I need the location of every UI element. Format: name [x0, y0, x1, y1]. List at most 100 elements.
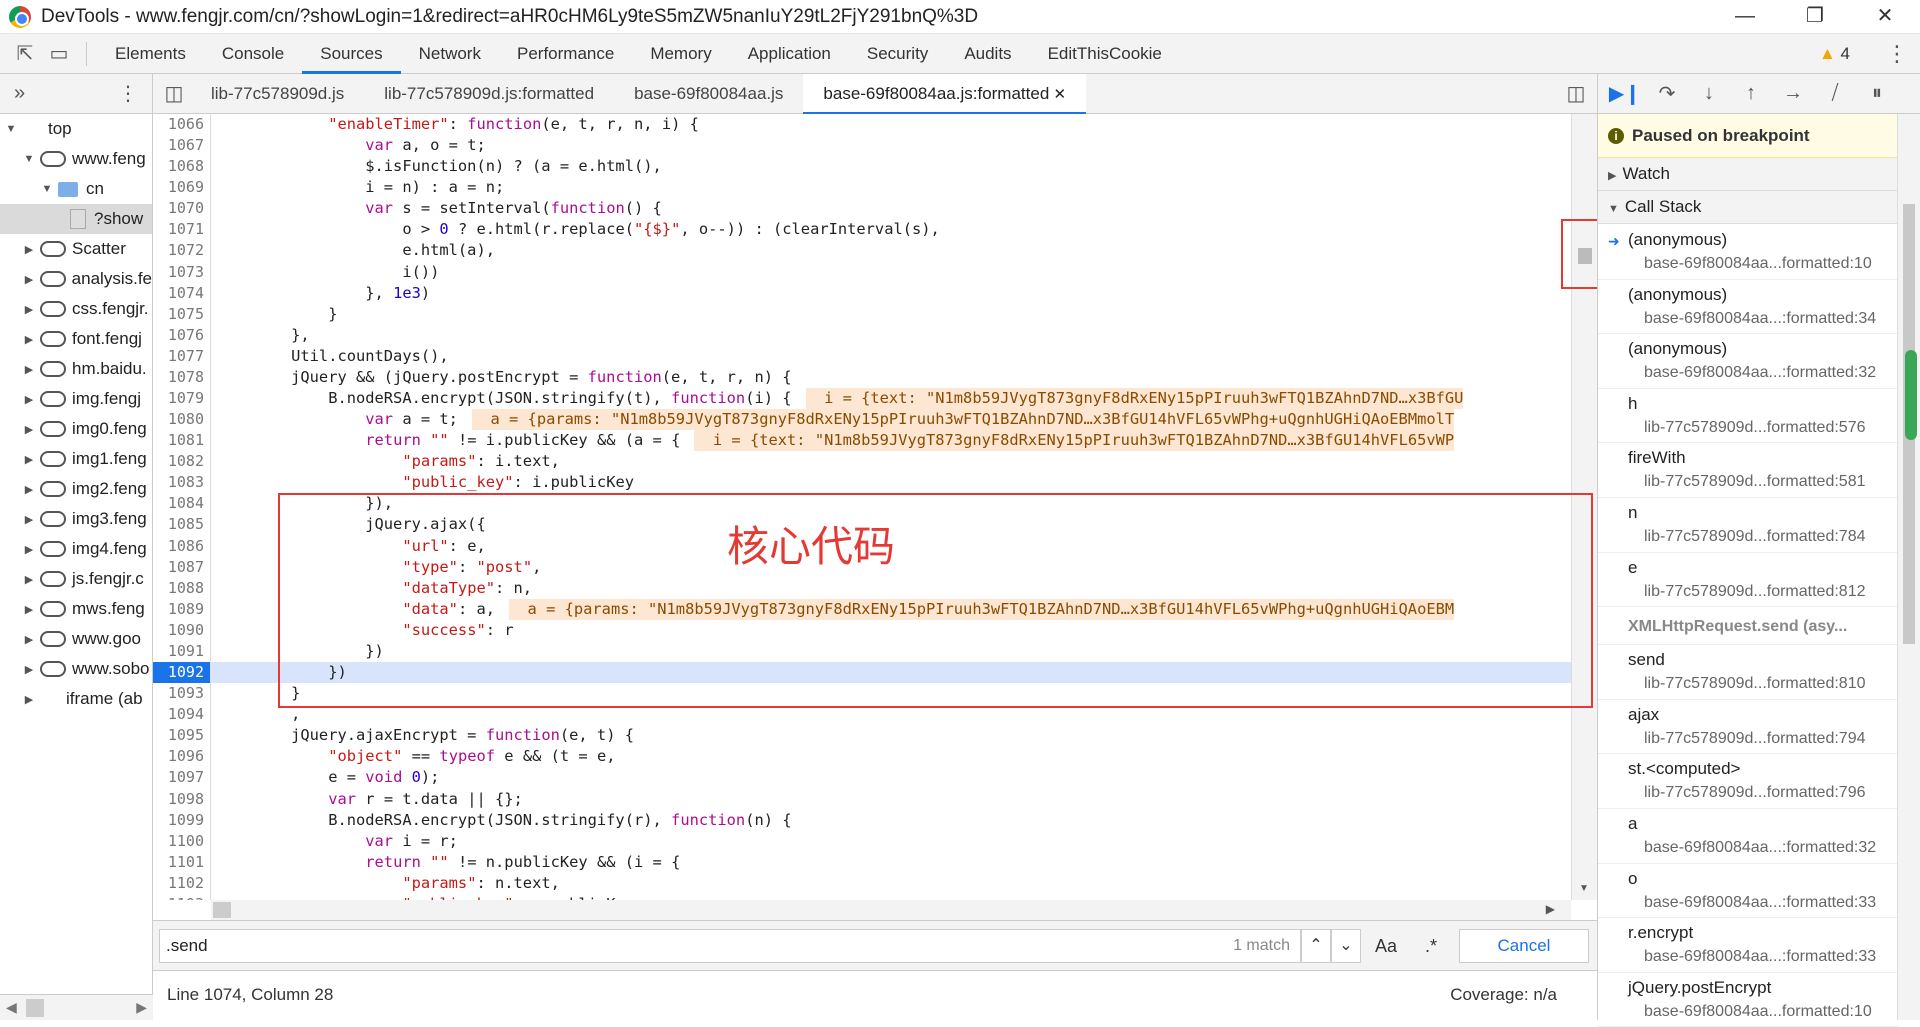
expand-icon[interactable]: ▶: [22, 693, 36, 706]
file-tab[interactable]: base-69f80084aa.js: [614, 74, 803, 114]
code-horizontal-scrollbar[interactable]: ▶: [211, 900, 1571, 920]
next-match-button[interactable]: ⌄: [1331, 929, 1361, 963]
line-number[interactable]: 1101: [153, 851, 211, 873]
call-frame[interactable]: (anonymous) base-69f80084aa...:formatted:…: [1598, 334, 1898, 389]
expand-icon[interactable]: ▶: [22, 243, 36, 256]
frame-location[interactable]: lib-77c578909d...formatted:576: [1628, 417, 1898, 439]
device-toolbar-icon[interactable]: ▭: [42, 37, 76, 71]
line-number[interactable]: 1091: [153, 640, 211, 663]
tree-item[interactable]: ?show: [0, 204, 152, 234]
tree-item[interactable]: ▼ top: [0, 114, 152, 144]
line-number[interactable]: 1092: [153, 662, 211, 684]
inspect-element-icon[interactable]: ⇱: [8, 37, 42, 71]
tab-application[interactable]: Application: [730, 34, 849, 74]
line-number[interactable]: 1090: [153, 619, 211, 641]
frame-location[interactable]: lib-77c578909d...formatted:796: [1628, 782, 1898, 804]
frame-location[interactable]: lib-77c578909d...formatted:810: [1628, 673, 1898, 695]
scroll-right-icon[interactable]: ▶: [136, 999, 147, 1016]
tree-item[interactable]: ▶ img.fengj: [0, 384, 152, 414]
line-number[interactable]: 1100: [153, 830, 211, 852]
frame-location[interactable]: lib-77c578909d...formatted:784: [1628, 526, 1898, 548]
more-options-icon[interactable]: ⋮: [1886, 34, 1908, 74]
more-tabs-icon[interactable]: »: [14, 82, 25, 105]
file-tab[interactable]: base-69f80084aa.js:formatted ✕: [803, 73, 1087, 114]
call-frame[interactable]: o base-69f80084aa...:formatted:33: [1598, 864, 1898, 919]
match-case-button[interactable]: Aa: [1375, 929, 1397, 963]
line-number[interactable]: 1084: [153, 493, 211, 515]
line-number[interactable]: 1067: [153, 135, 211, 157]
line-number[interactable]: 1088: [153, 577, 211, 599]
frame-location[interactable]: base-69f80084aa...formatted:10: [1628, 1001, 1898, 1023]
call-frame[interactable]: e lib-77c578909d...formatted:812: [1598, 553, 1898, 608]
line-number[interactable]: 1099: [153, 809, 211, 831]
call-stack-section[interactable]: ▼ Call Stack: [1598, 191, 1920, 224]
tree-item[interactable]: ▶ iframe (ab: [0, 684, 152, 714]
call-frame[interactable]: ajax lib-77c578909d...formatted:794: [1598, 700, 1898, 755]
scroll-left-icon[interactable]: ◀: [6, 999, 17, 1016]
expand-icon[interactable]: ▶: [22, 513, 36, 526]
line-number[interactable]: 1079: [153, 388, 211, 410]
call-frame[interactable]: (anonymous) base-69f80084aa...:formatted:…: [1598, 280, 1898, 335]
expand-icon[interactable]: ▶: [22, 423, 36, 436]
restore-icon[interactable]: ❐: [1780, 0, 1850, 34]
tree-item[interactable]: ▶ img3.feng: [0, 504, 152, 534]
expand-icon[interactable]: ▶: [22, 333, 36, 346]
expand-icon[interactable]: ▶: [22, 303, 36, 316]
search-input[interactable]: .send 1 match: [159, 929, 1301, 963]
tree-item[interactable]: ▶ hm.baidu.: [0, 354, 152, 384]
line-number[interactable]: 1075: [153, 303, 211, 325]
tab-network[interactable]: Network: [401, 34, 499, 74]
call-frame[interactable]: fireWith lib-77c578909d...formatted:581: [1598, 443, 1898, 498]
line-number[interactable]: 1074: [153, 282, 211, 304]
tab-memory[interactable]: Memory: [632, 34, 729, 74]
call-frame[interactable]: a base-69f80084aa...:formatted:32: [1598, 809, 1898, 864]
frame-location[interactable]: base-69f80084aa...:formatted:32: [1628, 837, 1898, 859]
tree-item[interactable]: ▶ font.fengj: [0, 324, 152, 354]
call-frame[interactable]: send lib-77c578909d...formatted:810: [1598, 645, 1898, 700]
line-number[interactable]: 1097: [153, 767, 211, 789]
line-number[interactable]: 1069: [153, 177, 211, 199]
line-number[interactable]: 1070: [153, 198, 211, 220]
coverage-status[interactable]: Coverage: n/a: [1450, 971, 1557, 1019]
line-number[interactable]: 1082: [153, 451, 211, 473]
resume-icon[interactable]: ▶❙: [1604, 81, 1646, 106]
collapse-icon[interactable]: ▼: [40, 183, 54, 195]
navigator-scrollbar[interactable]: ◀ ▶: [0, 994, 153, 1020]
tree-item[interactable]: ▶ js.fengjr.c: [0, 564, 152, 594]
toggle-debugger-icon[interactable]: ◫: [1559, 77, 1593, 111]
line-number[interactable]: 1083: [153, 472, 211, 494]
tree-item[interactable]: ▼ www.feng: [0, 144, 152, 174]
line-number[interactable]: 1089: [153, 598, 211, 620]
line-number[interactable]: 1066: [153, 114, 211, 136]
tab-audits[interactable]: Audits: [946, 34, 1029, 74]
navigator-menu-icon[interactable]: ⋮: [118, 81, 138, 106]
line-number[interactable]: 1081: [153, 430, 211, 452]
collapse-icon[interactable]: ▼: [4, 123, 18, 135]
line-number[interactable]: 1098: [153, 788, 211, 810]
scroll-thumb[interactable]: [26, 999, 44, 1017]
tree-item[interactable]: ▶ www.goo: [0, 624, 152, 654]
frame-location[interactable]: base-69f80084aa...:formatted:33: [1628, 946, 1898, 968]
tree-item[interactable]: ▶ www.sobo: [0, 654, 152, 684]
watch-section[interactable]: ▶ Watch: [1598, 158, 1920, 191]
line-number[interactable]: 1094: [153, 704, 211, 726]
frame-location[interactable]: base-69f80084aa...:formatted:33: [1628, 892, 1898, 914]
expand-icon[interactable]: ▶: [22, 633, 36, 646]
line-number[interactable]: 1071: [153, 219, 211, 241]
tree-item[interactable]: ▼ cn: [0, 174, 152, 204]
expand-icon[interactable]: ▶: [22, 573, 36, 586]
cancel-search-button[interactable]: Cancel: [1459, 929, 1589, 963]
expand-icon[interactable]: ▶: [22, 393, 36, 406]
tree-item[interactable]: ▶ img2.feng: [0, 474, 152, 504]
file-tab[interactable]: lib-77c578909d.js:formatted: [364, 74, 614, 114]
tree-item[interactable]: ▶ css.fengjr.: [0, 294, 152, 324]
tree-item[interactable]: ▶ img4.feng: [0, 534, 152, 564]
frame-location[interactable]: lib-77c578909d...formatted:581: [1628, 471, 1898, 493]
line-number[interactable]: 1080: [153, 409, 211, 431]
line-number[interactable]: 1072: [153, 240, 211, 262]
file-tab[interactable]: lib-77c578909d.js: [191, 74, 364, 114]
expand-icon[interactable]: ▶: [22, 453, 36, 466]
line-number[interactable]: 1077: [153, 345, 211, 367]
line-number[interactable]: 1086: [153, 535, 211, 557]
expand-icon[interactable]: ▶: [22, 483, 36, 496]
